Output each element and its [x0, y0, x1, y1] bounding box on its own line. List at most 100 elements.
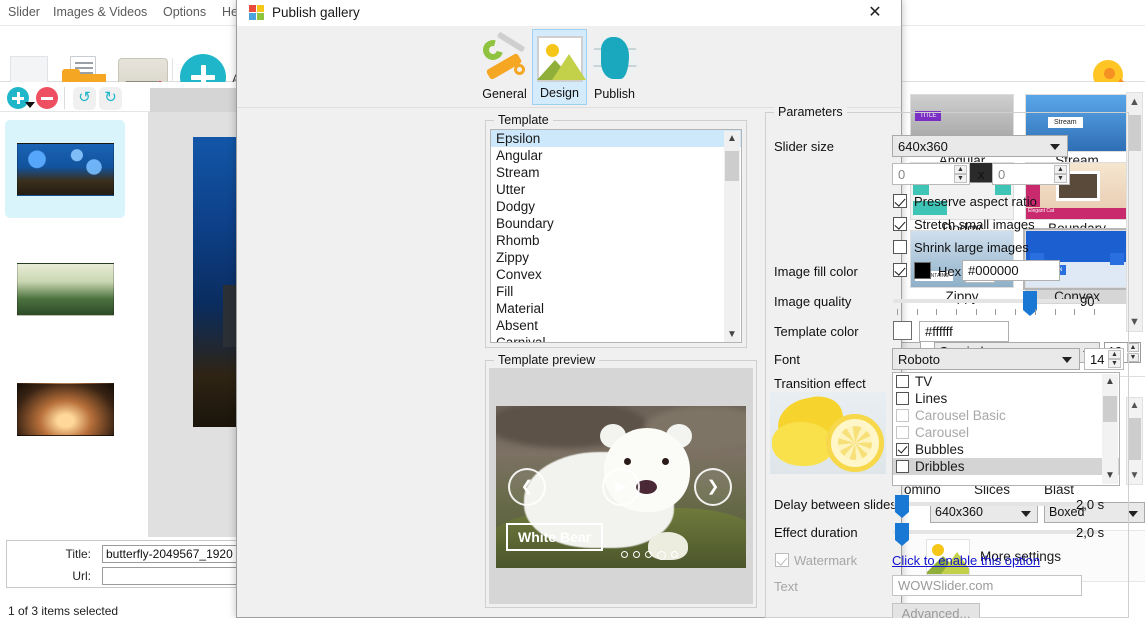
- stepper-up-icon[interactable]: ▲: [1108, 350, 1121, 359]
- stepper-down-icon[interactable]: ▼: [1054, 174, 1067, 183]
- menu-images-videos[interactable]: Images & Videos: [53, 5, 147, 19]
- rotate-right-icon[interactable]: ↻: [99, 87, 122, 110]
- add-image-dropdown-icon[interactable]: [25, 102, 35, 108]
- stretch-small-images-label: Stretch small images: [914, 217, 1035, 232]
- watermark-enable-link[interactable]: Click to enable this option: [892, 553, 1040, 568]
- arrow-left-icon[interactable]: ❮: [508, 468, 546, 506]
- list-item[interactable]: [5, 360, 125, 458]
- stretch-small-images-checkbox[interactable]: [893, 217, 907, 231]
- stepper-up-icon[interactable]: ▲: [954, 165, 967, 174]
- list-item[interactable]: Bubbles: [893, 441, 1119, 458]
- bullet[interactable]: [633, 551, 640, 558]
- shrink-large-images-checkbox[interactable]: [893, 240, 907, 254]
- list-item[interactable]: Stream: [491, 164, 741, 181]
- bullet[interactable]: [621, 551, 628, 558]
- list-item[interactable]: Material: [491, 300, 741, 317]
- list-item[interactable]: Dribbles: [893, 458, 1119, 475]
- template-color-swatch[interactable]: [893, 321, 912, 340]
- chevron-up-icon[interactable]: ▲: [1127, 398, 1142, 414]
- delay-slider-knob[interactable]: [895, 495, 909, 518]
- tab-publish[interactable]: Publish: [587, 29, 642, 105]
- list-item[interactable]: Epsilon: [491, 130, 741, 147]
- effect-checkbox[interactable]: [896, 392, 909, 405]
- chevron-up-icon[interactable]: ▲: [1127, 93, 1142, 111]
- chevron-down-icon[interactable]: ▼: [724, 327, 740, 342]
- chevron-up-icon[interactable]: ▲: [1102, 374, 1118, 390]
- font-size-stepper[interactable]: 14 ▲ ▼: [1084, 348, 1124, 370]
- wowslider-logo-icon: [249, 5, 264, 20]
- scrollbar-thumb[interactable]: [1128, 115, 1141, 151]
- list-item[interactable]: Rhomb: [491, 232, 741, 249]
- chevron-down-icon[interactable]: ▼: [1127, 468, 1142, 484]
- menu-slider[interactable]: Slider: [8, 5, 40, 19]
- arrow-right-icon[interactable]: ❯: [694, 468, 732, 506]
- stepper-up-icon[interactable]: ▲: [1054, 165, 1067, 174]
- list-item[interactable]: Absent: [491, 317, 741, 334]
- template-color-hex-input[interactable]: [919, 321, 1009, 342]
- font-value: Roboto: [898, 352, 940, 367]
- scrollbar-thumb[interactable]: [1128, 418, 1141, 460]
- menu-options[interactable]: Options: [163, 5, 206, 19]
- watermark-text-label: Text: [774, 579, 798, 594]
- list-item[interactable]: Dodgy: [491, 198, 741, 215]
- parameters-group: Parameters Slider size 640x360 0 ▲ ▼ x 0…: [765, 105, 1129, 618]
- delay-slider-track[interactable]: [893, 502, 1098, 506]
- list-item: Carousel Basic: [893, 407, 1119, 424]
- title-input[interactable]: [102, 545, 242, 563]
- chevron-up-icon[interactable]: ▲: [724, 131, 740, 147]
- rotate-left-icon[interactable]: ↺: [73, 87, 96, 110]
- publish-gallery-dialog: Publish gallery ✕ General Design Publish…: [236, 0, 1129, 618]
- image-quality-ticks: [897, 309, 1095, 315]
- play-icon[interactable]: ▶: [602, 468, 640, 506]
- font-select[interactable]: Roboto: [892, 348, 1080, 370]
- scrollbar-thumb[interactable]: [725, 151, 739, 181]
- url-input[interactable]: [102, 567, 242, 585]
- template-list[interactable]: Epsilon Angular Stream Utter Dodgy Bound…: [490, 129, 742, 343]
- list-item[interactable]: Lines: [893, 390, 1119, 407]
- list-item[interactable]: Angular: [491, 147, 741, 164]
- effect-checkbox[interactable]: [896, 375, 909, 388]
- remove-image-icon[interactable]: [36, 87, 58, 109]
- image-quality-slider-track[interactable]: [893, 299, 1098, 303]
- image-fill-hex-input[interactable]: [962, 260, 1060, 281]
- image-fill-color-swatch[interactable]: [914, 262, 931, 279]
- tab-design[interactable]: Design: [532, 29, 587, 105]
- list-item[interactable]: Convex: [491, 266, 741, 283]
- duration-slider-knob[interactable]: [895, 523, 909, 546]
- slider-width-stepper[interactable]: 0 ▲ ▼: [892, 163, 970, 185]
- bullet-active[interactable]: [657, 551, 666, 560]
- list-item[interactable]: Carnival: [491, 334, 741, 342]
- font-label: Font: [774, 352, 801, 367]
- list-item[interactable]: [5, 240, 125, 338]
- image-fill-color-checkbox[interactable]: [893, 263, 907, 277]
- list-item[interactable]: [5, 120, 125, 218]
- list-item[interactable]: Utter: [491, 181, 741, 198]
- bullet[interactable]: [645, 551, 652, 558]
- list-item[interactable]: Boundary: [491, 215, 741, 232]
- dialog-title-bar[interactable]: Publish gallery ✕: [237, 0, 901, 26]
- preserve-aspect-ratio-checkbox[interactable]: [893, 194, 907, 208]
- chevron-down-icon[interactable]: ▼: [1127, 313, 1142, 331]
- close-icon[interactable]: ✕: [853, 0, 897, 26]
- transition-effect-list[interactable]: TV Lines Carousel Basic Carousel Bubbles: [892, 372, 1120, 486]
- effect-label: Bubbles: [915, 442, 964, 457]
- stepper-down-icon[interactable]: ▼: [1108, 359, 1121, 368]
- list-item[interactable]: Fill: [491, 283, 741, 300]
- scrollbar-thumb[interactable]: [1103, 396, 1117, 422]
- transition-effect-scrollbar[interactable]: ▲ ▼: [1102, 374, 1118, 484]
- slider-height-stepper[interactable]: 0 ▲ ▼: [992, 163, 1070, 185]
- template-list-scrollbar[interactable]: ▲ ▼: [724, 131, 740, 342]
- preview-bullets[interactable]: [621, 551, 678, 560]
- tab-general[interactable]: General: [477, 29, 532, 105]
- effect-checkbox[interactable]: [896, 460, 909, 473]
- list-item[interactable]: TV: [893, 373, 1119, 390]
- effect-checkbox[interactable]: [896, 443, 909, 456]
- list-item[interactable]: Zippy: [491, 249, 741, 266]
- tab-general-label: General: [482, 87, 527, 101]
- image-quality-slider-knob[interactable]: [1023, 291, 1037, 316]
- bullet[interactable]: [671, 551, 678, 558]
- slider-size-select[interactable]: 640x360: [892, 135, 1068, 157]
- duration-slider-track[interactable]: [893, 530, 1098, 534]
- chevron-down-icon[interactable]: ▼: [1102, 468, 1118, 484]
- stepper-down-icon[interactable]: ▼: [954, 174, 967, 183]
